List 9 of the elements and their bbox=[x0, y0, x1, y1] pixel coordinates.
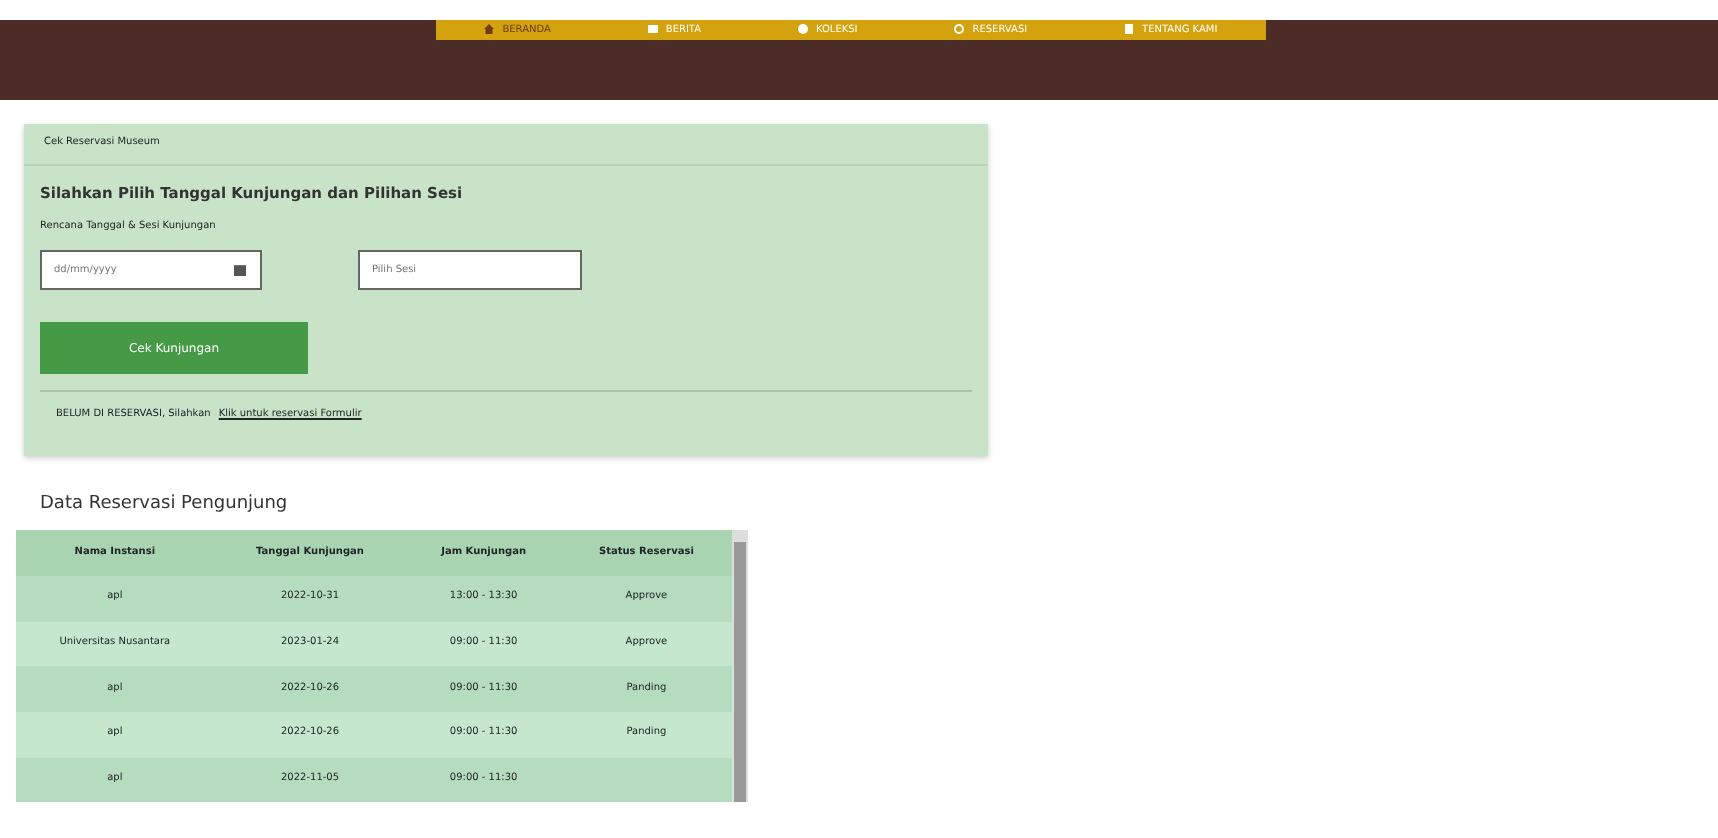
dot-icon bbox=[797, 23, 808, 33]
newspaper-icon bbox=[647, 23, 658, 33]
home-icon bbox=[484, 23, 495, 33]
scrollbar[interactable] bbox=[732, 530, 748, 803]
book-icon bbox=[1124, 23, 1135, 33]
scrollbar-thumb[interactable] bbox=[734, 542, 746, 803]
calendar-icon[interactable] bbox=[234, 264, 246, 277]
clock-icon bbox=[954, 23, 965, 33]
section-title: Data Reservasi Pengunjung bbox=[40, 491, 290, 518]
